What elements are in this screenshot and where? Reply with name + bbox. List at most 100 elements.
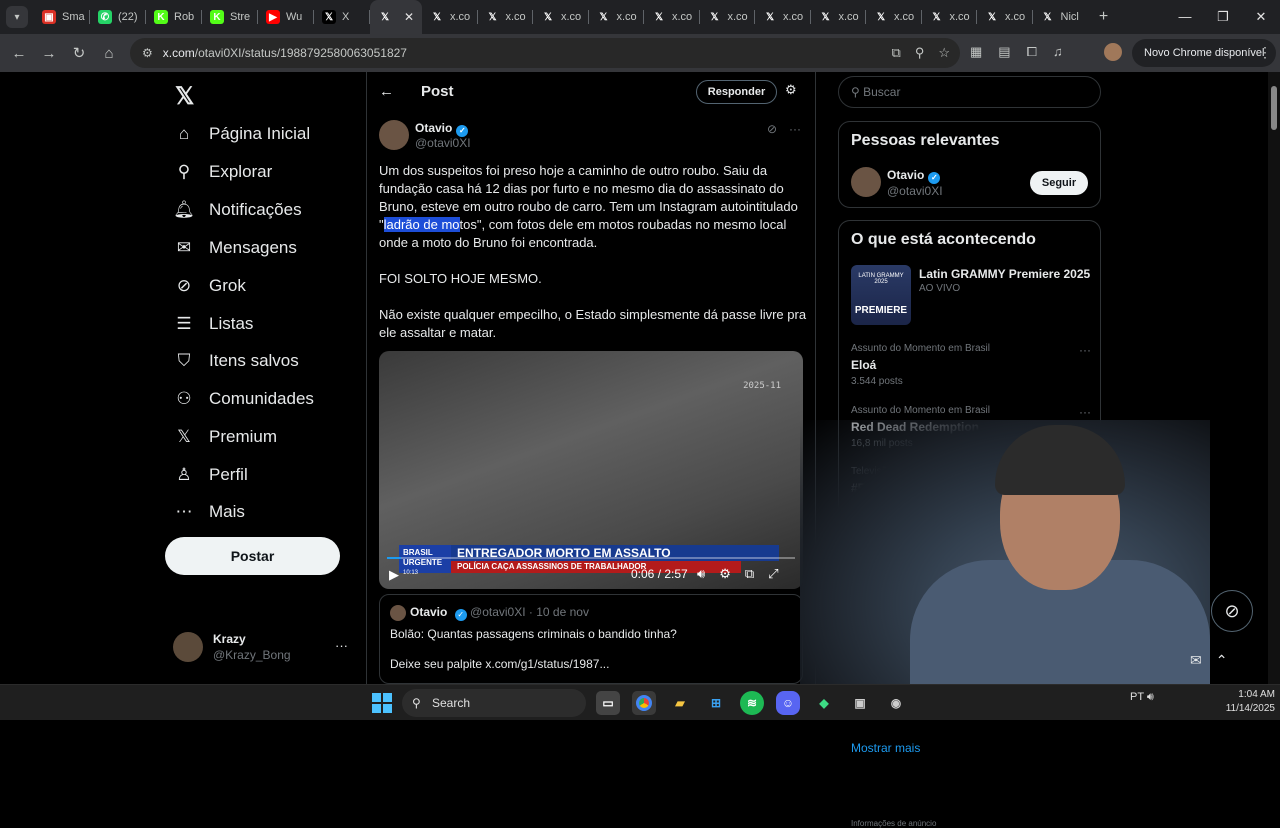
task-view-icon[interactable]: ▭ <box>596 691 620 715</box>
sidebar-item-communities[interactable]: ⚇ Comunidades <box>173 382 314 416</box>
settings-icon[interactable]: ⚙ <box>719 566 731 582</box>
extension-icon[interactable]: ▤ <box>998 44 1010 60</box>
close-window-button[interactable]: ✕ <box>1242 0 1280 34</box>
tab[interactable]: 𝕏 Nicl <box>1033 0 1089 34</box>
post-button[interactable]: Postar <box>165 537 340 575</box>
avatar[interactable] <box>379 120 409 150</box>
active-tab[interactable]: 𝕏 ✕ <box>370 0 422 34</box>
sidebar-item-search[interactable]: ⚲ Explorar <box>173 155 273 189</box>
x-logo-icon[interactable]: 𝕏 <box>175 82 194 111</box>
grok-floating-button[interactable]: ⊘ <box>1211 590 1253 632</box>
quoted-post[interactable]: Otavio ✓ @otavi0XI · 10 de nov Bolão: Qu… <box>379 594 803 684</box>
media-control-icon[interactable]: ♫ <box>1053 44 1063 60</box>
forward-icon[interactable]: → <box>34 45 64 62</box>
video-player[interactable]: 2025-11 BRASIL URGENTE 10:13 ENTREGADOR MO… <box>379 351 803 589</box>
more-icon[interactable]: ··· <box>335 638 348 653</box>
windows-start-icon[interactable] <box>372 693 392 713</box>
tab[interactable]: 𝕏x.co <box>922 0 978 34</box>
author-name[interactable]: Otavio ✓ <box>415 121 469 137</box>
tab[interactable]: 𝕏x.co <box>422 0 478 34</box>
spotify-icon[interactable]: ≋ <box>740 691 764 715</box>
trend-thumbnail[interactable]: LATIN GRAMMY 2025 PREMIERE <box>851 265 911 325</box>
featured-trend-title[interactable]: Latin GRAMMY Premiere 2025 <box>919 267 1090 281</box>
tab[interactable]: ▣ Sma <box>34 0 90 34</box>
app-icon[interactable]: ▣ <box>848 691 872 715</box>
chrome-icon[interactable] <box>632 691 656 715</box>
sidebar-item-bell[interactable]: 🔔︎ Notificações <box>173 193 301 227</box>
more-options-icon[interactable]: ··· <box>789 122 801 136</box>
extensions-puzzle-icon[interactable]: ⧠ <box>1027 44 1037 60</box>
account-switcher[interactable]: Krazy @Krazy_Bong ··· <box>173 630 358 664</box>
system-tray[interactable]: PT 🔊︎ <box>1130 691 1154 704</box>
reload-icon[interactable]: ↻ <box>64 44 94 62</box>
store-icon[interactable]: ⊞ <box>704 691 728 715</box>
play-icon[interactable]: ▶ <box>389 567 399 583</box>
sidebar-item-grok[interactable]: ⊘ Grok <box>173 269 246 303</box>
tab[interactable]: 𝕏x.co <box>977 0 1033 34</box>
address-bar[interactable]: ⚙ x.com/otavi0XI/status/1988792580063051… <box>130 38 960 68</box>
tab[interactable]: 𝕏x.co <box>589 0 645 34</box>
maximize-button[interactable]: ❐ <box>1204 0 1242 34</box>
discord-icon[interactable]: ☺ <box>776 691 800 715</box>
tab[interactable]: 𝕏x.co <box>811 0 867 34</box>
back-arrow-icon[interactable]: ← <box>379 83 394 100</box>
site-info-icon[interactable]: ⚙ <box>142 46 153 60</box>
sidebar-item-home[interactable]: ⌂ Página Inicial <box>173 117 310 151</box>
tab[interactable]: 𝕏x.co <box>533 0 589 34</box>
sidebar-item-profile[interactable]: ♙ Perfil <box>173 458 247 492</box>
clock[interactable]: 1:04 AM 11/14/2025 <box>1205 688 1275 716</box>
more-options-icon[interactable]: ··· <box>1079 343 1091 357</box>
extension-icon[interactable]: ▦ <box>970 44 982 60</box>
tab[interactable]: 𝕏x.co <box>700 0 756 34</box>
tab[interactable]: ✆ (22) <box>90 0 146 34</box>
minimize-button[interactable]: — <box>1166 0 1204 34</box>
chrome-update-button[interactable]: Novo Chrome disponível <box>1132 39 1277 67</box>
follow-button[interactable]: Seguir <box>1030 171 1088 195</box>
volume-icon[interactable]: 🔊︎ <box>697 566 705 582</box>
tab[interactable]: 𝕏x.co <box>755 0 811 34</box>
ad-info-link[interactable]: Informações de anúncio <box>851 819 936 828</box>
scrollbar-thumb[interactable] <box>1271 86 1277 130</box>
more-options-icon[interactable]: ··· <box>1079 405 1091 419</box>
tab[interactable]: 𝕏x.co <box>478 0 534 34</box>
tab-search-dropdown[interactable]: ▾ <box>6 6 28 28</box>
tab[interactable]: ▶ Wu <box>258 0 314 34</box>
reply-button[interactable]: Responder <box>696 80 777 104</box>
reply-settings-icon[interactable]: ⚙ <box>785 82 797 98</box>
home-icon[interactable]: ⌂ <box>94 45 124 62</box>
avatar[interactable] <box>851 167 881 197</box>
grok-icon[interactable]: ⊘ <box>767 122 777 136</box>
tab[interactable]: 𝕏X <box>314 0 370 34</box>
new-tab-button[interactable]: + <box>1093 8 1115 26</box>
search-input[interactable]: ⚲ Buscar <box>838 76 1101 108</box>
close-tab-icon[interactable]: ✕ <box>404 10 414 24</box>
chrome-menu-icon[interactable]: ⋮ <box>1258 44 1272 61</box>
sidebar-item-bookmark[interactable]: ⛉ Itens salvos <box>173 344 299 378</box>
sidebar-item-mail[interactable]: ✉ Mensagens <box>173 231 297 265</box>
trend-item[interactable]: Assunto do Momento em Brasil Eloá 3.544 po… <box>851 343 1091 387</box>
file-explorer-icon[interactable]: ▰ <box>668 691 692 715</box>
taskbar-search[interactable]: ⚲ Search <box>402 689 586 717</box>
tab[interactable]: K Stre <box>202 0 258 34</box>
profile-avatar[interactable] <box>1104 43 1122 61</box>
sidebar-item-x-premium[interactable]: 𝕏 Premium <box>173 420 277 454</box>
tab[interactable]: 𝕏x.co <box>644 0 700 34</box>
sidebar-item-more[interactable]: ⋯ Mais <box>173 495 245 529</box>
expand-drawer-icon[interactable]: ⌃ <box>1216 652 1228 669</box>
app-icon[interactable]: ◆ <box>812 691 836 715</box>
fullscreen-icon[interactable]: ⤢ <box>768 566 778 582</box>
show-more-link[interactable]: Mostrar mais <box>851 741 920 755</box>
volume-icon[interactable]: 🔊︎ <box>1147 691 1154 703</box>
tab[interactable]: K Rob <box>146 0 202 34</box>
bookmark-star-icon[interactable]: ☆ <box>938 45 950 61</box>
tab[interactable]: 𝕏x.co <box>866 0 922 34</box>
obs-icon[interactable]: ◉ <box>884 691 908 715</box>
zoom-icon[interactable]: ⚲ <box>915 45 925 61</box>
page-scrollbar[interactable] <box>1268 72 1280 684</box>
install-app-icon[interactable]: ⧉ <box>892 45 901 61</box>
new-message-icon[interactable]: ✉ <box>1190 652 1202 669</box>
author-handle[interactable]: @otavi0XI <box>415 136 471 150</box>
popout-icon[interactable]: ⧉ <box>745 566 754 582</box>
sidebar-item-list[interactable]: ☰ Listas <box>173 307 253 341</box>
back-icon[interactable]: ← <box>4 45 34 62</box>
